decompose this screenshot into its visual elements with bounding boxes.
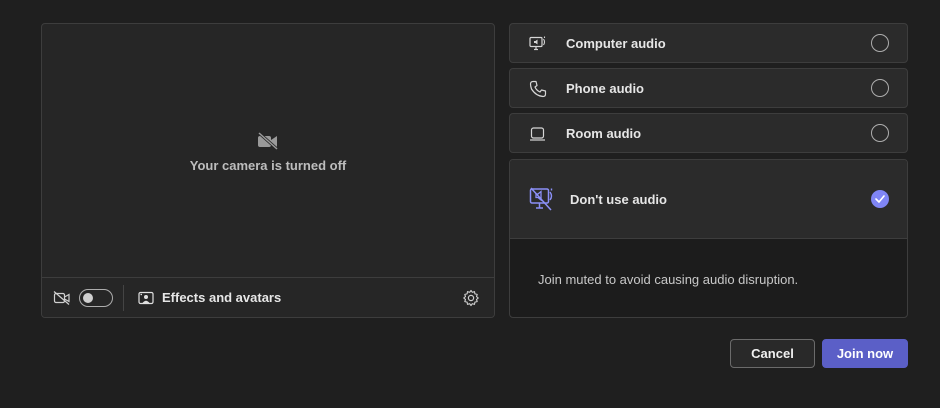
effects-avatar-icon bbox=[138, 291, 154, 304]
video-off-icon bbox=[53, 290, 70, 305]
radio-button[interactable] bbox=[871, 79, 889, 97]
audio-option-room[interactable]: Room audio bbox=[509, 113, 908, 153]
preview-toolbar: Effects and avatars bbox=[42, 277, 494, 317]
camera-toggle-icon[interactable] bbox=[53, 290, 71, 306]
radio-button-checked[interactable] bbox=[871, 190, 889, 208]
effects-and-avatars-button[interactable]: Effects and avatars bbox=[138, 285, 281, 311]
camera-preview: Your camera is turned off Effects and av… bbox=[41, 23, 495, 318]
checkmark-icon bbox=[875, 195, 885, 203]
audio-option-dont-use-audio[interactable]: Don't use audio Join muted to avoid caus… bbox=[509, 159, 908, 318]
toolbar-divider bbox=[123, 284, 124, 311]
audio-option-phone[interactable]: Phone audio bbox=[509, 68, 908, 108]
cancel-button[interactable]: Cancel bbox=[730, 339, 815, 368]
camera-off-message: Your camera is turned off bbox=[189, 158, 347, 173]
camera-toggle-knob bbox=[83, 292, 93, 303]
selected-option-header[interactable]: Don't use audio bbox=[510, 160, 907, 239]
camera-preview-body: Your camera is turned off bbox=[42, 24, 494, 279]
phone-icon bbox=[529, 80, 547, 98]
effects-label: Effects and avatars bbox=[162, 290, 282, 305]
audio-option-label: Phone audio bbox=[566, 80, 644, 96]
audio-option-computer[interactable]: Computer audio bbox=[509, 23, 908, 63]
audio-option-description: Join muted to avoid causing audio disrup… bbox=[538, 272, 799, 287]
camera-toggle[interactable] bbox=[79, 288, 113, 307]
audio-option-label: Room audio bbox=[566, 125, 642, 141]
room-display-icon bbox=[530, 127, 545, 141]
radio-button[interactable] bbox=[871, 34, 889, 52]
audio-option-label: Computer audio bbox=[566, 35, 666, 51]
join-now-button[interactable]: Join now bbox=[822, 339, 908, 368]
video-off-icon bbox=[258, 132, 278, 150]
audio-option-label: Don't use audio bbox=[570, 192, 667, 207]
computer-speaker-icon bbox=[529, 36, 546, 51]
speaker-off-icon bbox=[529, 187, 553, 211]
radio-button[interactable] bbox=[871, 124, 889, 142]
gear-icon[interactable] bbox=[462, 289, 480, 307]
join-screen: Your camera is turned off Effects and av… bbox=[0, 0, 940, 408]
